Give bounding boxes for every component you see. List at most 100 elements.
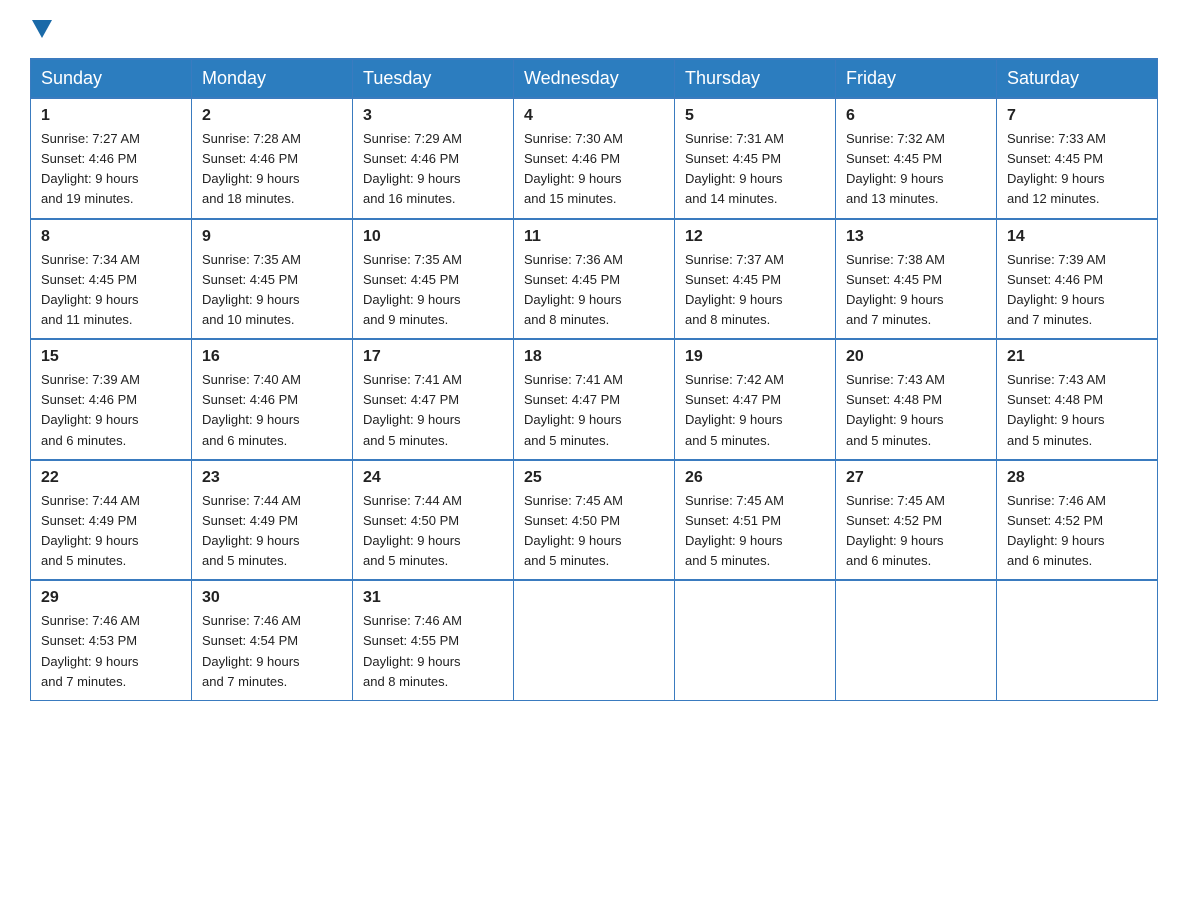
calendar-cell <box>836 580 997 700</box>
calendar-cell <box>514 580 675 700</box>
day-info: Sunrise: 7:44 AMSunset: 4:49 PMDaylight:… <box>202 491 342 572</box>
calendar-cell: 14 Sunrise: 7:39 AMSunset: 4:46 PMDaylig… <box>997 219 1158 340</box>
calendar-header-row: SundayMondayTuesdayWednesdayThursdayFrid… <box>31 59 1158 98</box>
day-number: 1 <box>41 107 181 125</box>
calendar-cell: 2 Sunrise: 7:28 AMSunset: 4:46 PMDayligh… <box>192 98 353 219</box>
calendar-week-row: 22 Sunrise: 7:44 AMSunset: 4:49 PMDaylig… <box>31 460 1158 581</box>
day-info: Sunrise: 7:30 AMSunset: 4:46 PMDaylight:… <box>524 129 664 210</box>
day-number: 9 <box>202 228 342 246</box>
day-info: Sunrise: 7:29 AMSunset: 4:46 PMDaylight:… <box>363 129 503 210</box>
day-info: Sunrise: 7:45 AMSunset: 4:50 PMDaylight:… <box>524 491 664 572</box>
day-info: Sunrise: 7:39 AMSunset: 4:46 PMDaylight:… <box>1007 250 1147 331</box>
day-number: 25 <box>524 469 664 487</box>
day-number: 17 <box>363 348 503 366</box>
calendar-cell: 15 Sunrise: 7:39 AMSunset: 4:46 PMDaylig… <box>31 339 192 460</box>
day-info: Sunrise: 7:33 AMSunset: 4:45 PMDaylight:… <box>1007 129 1147 210</box>
calendar-cell: 3 Sunrise: 7:29 AMSunset: 4:46 PMDayligh… <box>353 98 514 219</box>
day-number: 7 <box>1007 107 1147 125</box>
calendar-header-friday: Friday <box>836 59 997 98</box>
day-info: Sunrise: 7:46 AMSunset: 4:54 PMDaylight:… <box>202 611 342 692</box>
day-number: 2 <box>202 107 342 125</box>
logo-arrow-icon <box>32 20 52 38</box>
day-info: Sunrise: 7:39 AMSunset: 4:46 PMDaylight:… <box>41 370 181 451</box>
day-number: 8 <box>41 228 181 246</box>
page-header <box>30 20 1158 40</box>
calendar-cell: 24 Sunrise: 7:44 AMSunset: 4:50 PMDaylig… <box>353 460 514 581</box>
day-number: 6 <box>846 107 986 125</box>
calendar-cell: 22 Sunrise: 7:44 AMSunset: 4:49 PMDaylig… <box>31 460 192 581</box>
day-number: 29 <box>41 589 181 607</box>
day-number: 23 <box>202 469 342 487</box>
day-info: Sunrise: 7:42 AMSunset: 4:47 PMDaylight:… <box>685 370 825 451</box>
day-number: 26 <box>685 469 825 487</box>
calendar-week-row: 8 Sunrise: 7:34 AMSunset: 4:45 PMDayligh… <box>31 219 1158 340</box>
logo <box>30 20 54 40</box>
day-info: Sunrise: 7:45 AMSunset: 4:52 PMDaylight:… <box>846 491 986 572</box>
day-info: Sunrise: 7:46 AMSunset: 4:52 PMDaylight:… <box>1007 491 1147 572</box>
day-info: Sunrise: 7:46 AMSunset: 4:53 PMDaylight:… <box>41 611 181 692</box>
calendar-header-sunday: Sunday <box>31 59 192 98</box>
day-number: 14 <box>1007 228 1147 246</box>
day-number: 19 <box>685 348 825 366</box>
calendar-cell: 5 Sunrise: 7:31 AMSunset: 4:45 PMDayligh… <box>675 98 836 219</box>
calendar-cell: 7 Sunrise: 7:33 AMSunset: 4:45 PMDayligh… <box>997 98 1158 219</box>
day-info: Sunrise: 7:27 AMSunset: 4:46 PMDaylight:… <box>41 129 181 210</box>
calendar-cell: 27 Sunrise: 7:45 AMSunset: 4:52 PMDaylig… <box>836 460 997 581</box>
day-info: Sunrise: 7:35 AMSunset: 4:45 PMDaylight:… <box>363 250 503 331</box>
day-number: 11 <box>524 228 664 246</box>
day-number: 28 <box>1007 469 1147 487</box>
day-number: 13 <box>846 228 986 246</box>
calendar-cell: 30 Sunrise: 7:46 AMSunset: 4:54 PMDaylig… <box>192 580 353 700</box>
day-number: 5 <box>685 107 825 125</box>
calendar-cell: 17 Sunrise: 7:41 AMSunset: 4:47 PMDaylig… <box>353 339 514 460</box>
day-number: 10 <box>363 228 503 246</box>
calendar-cell: 26 Sunrise: 7:45 AMSunset: 4:51 PMDaylig… <box>675 460 836 581</box>
calendar-cell: 1 Sunrise: 7:27 AMSunset: 4:46 PMDayligh… <box>31 98 192 219</box>
calendar-header-tuesday: Tuesday <box>353 59 514 98</box>
calendar-week-row: 15 Sunrise: 7:39 AMSunset: 4:46 PMDaylig… <box>31 339 1158 460</box>
calendar-week-row: 29 Sunrise: 7:46 AMSunset: 4:53 PMDaylig… <box>31 580 1158 700</box>
calendar-cell: 16 Sunrise: 7:40 AMSunset: 4:46 PMDaylig… <box>192 339 353 460</box>
calendar-cell: 10 Sunrise: 7:35 AMSunset: 4:45 PMDaylig… <box>353 219 514 340</box>
day-number: 27 <box>846 469 986 487</box>
calendar-header-monday: Monday <box>192 59 353 98</box>
day-info: Sunrise: 7:38 AMSunset: 4:45 PMDaylight:… <box>846 250 986 331</box>
day-number: 4 <box>524 107 664 125</box>
day-info: Sunrise: 7:36 AMSunset: 4:45 PMDaylight:… <box>524 250 664 331</box>
day-info: Sunrise: 7:28 AMSunset: 4:46 PMDaylight:… <box>202 129 342 210</box>
day-number: 15 <box>41 348 181 366</box>
calendar-cell: 8 Sunrise: 7:34 AMSunset: 4:45 PMDayligh… <box>31 219 192 340</box>
day-info: Sunrise: 7:44 AMSunset: 4:50 PMDaylight:… <box>363 491 503 572</box>
calendar-cell: 9 Sunrise: 7:35 AMSunset: 4:45 PMDayligh… <box>192 219 353 340</box>
calendar-cell <box>675 580 836 700</box>
calendar-cell: 20 Sunrise: 7:43 AMSunset: 4:48 PMDaylig… <box>836 339 997 460</box>
day-number: 22 <box>41 469 181 487</box>
calendar-table: SundayMondayTuesdayWednesdayThursdayFrid… <box>30 58 1158 701</box>
day-info: Sunrise: 7:37 AMSunset: 4:45 PMDaylight:… <box>685 250 825 331</box>
day-number: 18 <box>524 348 664 366</box>
calendar-cell: 31 Sunrise: 7:46 AMSunset: 4:55 PMDaylig… <box>353 580 514 700</box>
calendar-cell: 29 Sunrise: 7:46 AMSunset: 4:53 PMDaylig… <box>31 580 192 700</box>
calendar-week-row: 1 Sunrise: 7:27 AMSunset: 4:46 PMDayligh… <box>31 98 1158 219</box>
day-number: 31 <box>363 589 503 607</box>
day-number: 16 <box>202 348 342 366</box>
day-info: Sunrise: 7:41 AMSunset: 4:47 PMDaylight:… <box>363 370 503 451</box>
day-number: 20 <box>846 348 986 366</box>
day-info: Sunrise: 7:40 AMSunset: 4:46 PMDaylight:… <box>202 370 342 451</box>
calendar-cell: 12 Sunrise: 7:37 AMSunset: 4:45 PMDaylig… <box>675 219 836 340</box>
day-info: Sunrise: 7:46 AMSunset: 4:55 PMDaylight:… <box>363 611 503 692</box>
day-info: Sunrise: 7:32 AMSunset: 4:45 PMDaylight:… <box>846 129 986 210</box>
calendar-cell: 18 Sunrise: 7:41 AMSunset: 4:47 PMDaylig… <box>514 339 675 460</box>
calendar-cell: 11 Sunrise: 7:36 AMSunset: 4:45 PMDaylig… <box>514 219 675 340</box>
calendar-header-saturday: Saturday <box>997 59 1158 98</box>
calendar-cell <box>997 580 1158 700</box>
calendar-cell: 28 Sunrise: 7:46 AMSunset: 4:52 PMDaylig… <box>997 460 1158 581</box>
calendar-cell: 13 Sunrise: 7:38 AMSunset: 4:45 PMDaylig… <box>836 219 997 340</box>
day-number: 3 <box>363 107 503 125</box>
day-info: Sunrise: 7:35 AMSunset: 4:45 PMDaylight:… <box>202 250 342 331</box>
day-info: Sunrise: 7:43 AMSunset: 4:48 PMDaylight:… <box>1007 370 1147 451</box>
day-number: 24 <box>363 469 503 487</box>
day-info: Sunrise: 7:34 AMSunset: 4:45 PMDaylight:… <box>41 250 181 331</box>
day-number: 12 <box>685 228 825 246</box>
day-number: 21 <box>1007 348 1147 366</box>
